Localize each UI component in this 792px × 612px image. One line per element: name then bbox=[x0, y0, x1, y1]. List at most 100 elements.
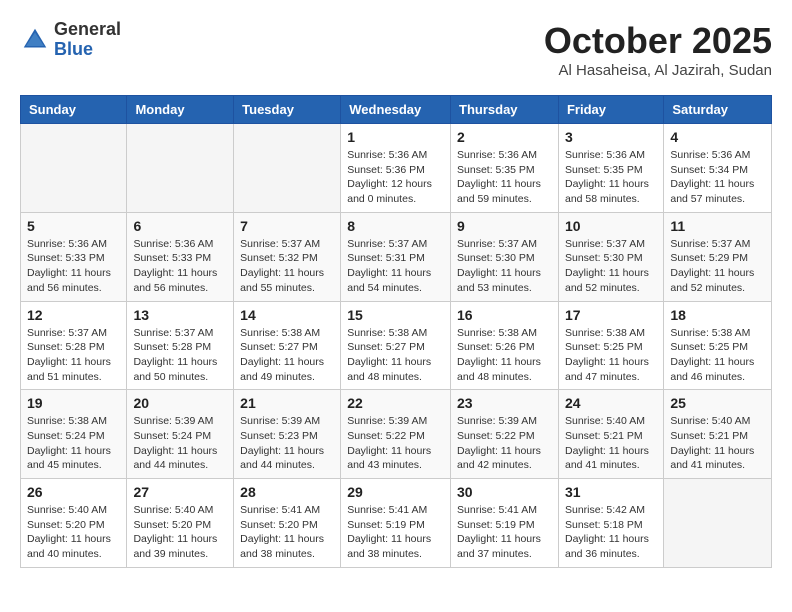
day-number: 14 bbox=[240, 307, 334, 323]
day-number: 26 bbox=[27, 484, 120, 500]
day-number: 20 bbox=[133, 395, 227, 411]
logo-icon bbox=[20, 25, 50, 55]
day-info: Sunrise: 5:38 AM Sunset: 5:24 PM Dayligh… bbox=[27, 414, 120, 473]
day-number: 16 bbox=[457, 307, 552, 323]
day-number: 8 bbox=[347, 218, 444, 234]
day-number: 24 bbox=[565, 395, 657, 411]
calendar-cell: 1 Sunrise: 5:36 AM Sunset: 5:36 PM Daylig… bbox=[341, 124, 451, 213]
calendar-cell bbox=[664, 479, 772, 568]
day-number: 25 bbox=[670, 395, 765, 411]
day-info: Sunrise: 5:39 AM Sunset: 5:22 PM Dayligh… bbox=[457, 414, 552, 473]
day-number: 5 bbox=[27, 218, 120, 234]
title-area: October 2025 Al Hasaheisa, Al Jazirah, S… bbox=[544, 20, 772, 79]
day-number: 1 bbox=[347, 129, 444, 145]
day-info: Sunrise: 5:39 AM Sunset: 5:24 PM Dayligh… bbox=[133, 414, 227, 473]
calendar-cell: 8 Sunrise: 5:37 AM Sunset: 5:31 PM Daylig… bbox=[341, 212, 451, 301]
day-info: Sunrise: 5:37 AM Sunset: 5:28 PM Dayligh… bbox=[27, 326, 120, 385]
calendar-cell: 6 Sunrise: 5:36 AM Sunset: 5:33 PM Daylig… bbox=[127, 212, 234, 301]
day-info: Sunrise: 5:38 AM Sunset: 5:26 PM Dayligh… bbox=[457, 326, 552, 385]
calendar-cell: 31Sunrise: 5:42 AM Sunset: 5:18 PM Dayli… bbox=[558, 479, 663, 568]
day-number: 27 bbox=[133, 484, 227, 500]
day-info: Sunrise: 5:37 AM Sunset: 5:31 PM Dayligh… bbox=[347, 237, 444, 296]
day-number: 11 bbox=[670, 218, 765, 234]
calendar-cell: 17 Sunrise: 5:38 AM Sunset: 5:25 PM Dayli… bbox=[558, 301, 663, 390]
column-header-friday: Friday bbox=[558, 96, 663, 124]
day-info: Sunrise: 5:38 AM Sunset: 5:25 PM Dayligh… bbox=[565, 326, 657, 385]
month-title: October 2025 bbox=[544, 20, 772, 62]
calendar-cell: 7 Sunrise: 5:37 AM Sunset: 5:32 PM Daylig… bbox=[234, 212, 341, 301]
calendar-cell: 30Sunrise: 5:41 AM Sunset: 5:19 PM Dayli… bbox=[451, 479, 559, 568]
calendar-cell: 2 Sunrise: 5:36 AM Sunset: 5:35 PM Daylig… bbox=[451, 124, 559, 213]
column-header-saturday: Saturday bbox=[664, 96, 772, 124]
day-number: 4 bbox=[670, 129, 765, 145]
day-info: Sunrise: 5:40 AM Sunset: 5:21 PM Dayligh… bbox=[670, 414, 765, 473]
day-info: Sunrise: 5:40 AM Sunset: 5:20 PM Dayligh… bbox=[133, 503, 227, 562]
day-info: Sunrise: 5:37 AM Sunset: 5:30 PM Dayligh… bbox=[565, 237, 657, 296]
calendar-cell: 21 Sunrise: 5:39 AM Sunset: 5:23 PM Dayli… bbox=[234, 390, 341, 479]
calendar-cell: 13Sunrise: 5:37 AM Sunset: 5:28 PM Dayli… bbox=[127, 301, 234, 390]
calendar-table: SundayMondayTuesdayWednesdayThursdayFrid… bbox=[20, 95, 772, 568]
column-header-monday: Monday bbox=[127, 96, 234, 124]
day-number: 9 bbox=[457, 218, 552, 234]
logo-blue: Blue bbox=[54, 40, 121, 60]
calendar-cell: 3Sunrise: 5:36 AM Sunset: 5:35 PM Daylig… bbox=[558, 124, 663, 213]
calendar-week-row: 26 Sunrise: 5:40 AM Sunset: 5:20 PM Dayli… bbox=[21, 479, 772, 568]
day-number: 29 bbox=[347, 484, 444, 500]
calendar-cell bbox=[21, 124, 127, 213]
day-info: Sunrise: 5:36 AM Sunset: 5:33 PM Dayligh… bbox=[133, 237, 227, 296]
calendar-cell: 25 Sunrise: 5:40 AM Sunset: 5:21 PM Dayli… bbox=[664, 390, 772, 479]
day-number: 18 bbox=[670, 307, 765, 323]
calendar-cell: 19 Sunrise: 5:38 AM Sunset: 5:24 PM Dayli… bbox=[21, 390, 127, 479]
day-number: 12 bbox=[27, 307, 120, 323]
day-info: Sunrise: 5:37 AM Sunset: 5:32 PM Dayligh… bbox=[240, 237, 334, 296]
calendar-cell: 4 Sunrise: 5:36 AM Sunset: 5:34 PM Daylig… bbox=[664, 124, 772, 213]
calendar-week-row: 19 Sunrise: 5:38 AM Sunset: 5:24 PM Dayli… bbox=[21, 390, 772, 479]
calendar-cell: 20 Sunrise: 5:39 AM Sunset: 5:24 PM Dayli… bbox=[127, 390, 234, 479]
column-header-sunday: Sunday bbox=[21, 96, 127, 124]
column-header-tuesday: Tuesday bbox=[234, 96, 341, 124]
calendar-week-row: 12 Sunrise: 5:37 AM Sunset: 5:28 PM Dayli… bbox=[21, 301, 772, 390]
calendar-cell: 22 Sunrise: 5:39 AM Sunset: 5:22 PM Dayli… bbox=[341, 390, 451, 479]
day-number: 6 bbox=[133, 218, 227, 234]
logo: General Blue bbox=[20, 20, 121, 60]
day-info: Sunrise: 5:39 AM Sunset: 5:22 PM Dayligh… bbox=[347, 414, 444, 473]
day-info: Sunrise: 5:41 AM Sunset: 5:19 PM Dayligh… bbox=[457, 503, 552, 562]
day-info: Sunrise: 5:37 AM Sunset: 5:28 PM Dayligh… bbox=[133, 326, 227, 385]
page-header: General Blue October 2025 Al Hasaheisa, … bbox=[20, 20, 772, 79]
day-info: Sunrise: 5:38 AM Sunset: 5:27 PM Dayligh… bbox=[347, 326, 444, 385]
calendar-cell: 18 Sunrise: 5:38 AM Sunset: 5:25 PM Dayli… bbox=[664, 301, 772, 390]
day-info: Sunrise: 5:37 AM Sunset: 5:29 PM Dayligh… bbox=[670, 237, 765, 296]
day-number: 19 bbox=[27, 395, 120, 411]
day-info: Sunrise: 5:39 AM Sunset: 5:23 PM Dayligh… bbox=[240, 414, 334, 473]
day-info: Sunrise: 5:36 AM Sunset: 5:35 PM Dayligh… bbox=[457, 148, 552, 207]
calendar-cell: 14Sunrise: 5:38 AM Sunset: 5:27 PM Dayli… bbox=[234, 301, 341, 390]
calendar-cell: 29 Sunrise: 5:41 AM Sunset: 5:19 PM Dayli… bbox=[341, 479, 451, 568]
day-number: 23 bbox=[457, 395, 552, 411]
calendar-cell bbox=[234, 124, 341, 213]
day-info: Sunrise: 5:38 AM Sunset: 5:25 PM Dayligh… bbox=[670, 326, 765, 385]
day-number: 28 bbox=[240, 484, 334, 500]
calendar-cell bbox=[127, 124, 234, 213]
day-number: 7 bbox=[240, 218, 334, 234]
logo-general: General bbox=[54, 20, 121, 40]
calendar-cell: 26Sunrise: 5:40 AM Sunset: 5:20 PM Dayli… bbox=[21, 479, 127, 568]
day-number: 21 bbox=[240, 395, 334, 411]
day-number: 17 bbox=[565, 307, 657, 323]
day-number: 22 bbox=[347, 395, 444, 411]
day-info: Sunrise: 5:36 AM Sunset: 5:36 PM Dayligh… bbox=[347, 148, 444, 207]
day-info: Sunrise: 5:36 AM Sunset: 5:35 PM Dayligh… bbox=[565, 148, 657, 207]
calendar-week-row: 5 Sunrise: 5:36 AM Sunset: 5:33 PM Daylig… bbox=[21, 212, 772, 301]
day-info: Sunrise: 5:36 AM Sunset: 5:34 PM Dayligh… bbox=[670, 148, 765, 207]
day-number: 2 bbox=[457, 129, 552, 145]
day-info: Sunrise: 5:41 AM Sunset: 5:19 PM Dayligh… bbox=[347, 503, 444, 562]
logo-text: General Blue bbox=[54, 20, 121, 60]
day-number: 10 bbox=[565, 218, 657, 234]
calendar-cell: 28Sunrise: 5:41 AM Sunset: 5:20 PM Dayli… bbox=[234, 479, 341, 568]
calendar-cell: 12 Sunrise: 5:37 AM Sunset: 5:28 PM Dayli… bbox=[21, 301, 127, 390]
calendar-cell: 9Sunrise: 5:37 AM Sunset: 5:30 PM Daylig… bbox=[451, 212, 559, 301]
day-info: Sunrise: 5:40 AM Sunset: 5:21 PM Dayligh… bbox=[565, 414, 657, 473]
calendar-cell: 23 Sunrise: 5:39 AM Sunset: 5:22 PM Dayli… bbox=[451, 390, 559, 479]
calendar-week-row: 1 Sunrise: 5:36 AM Sunset: 5:36 PM Daylig… bbox=[21, 124, 772, 213]
calendar-header-row: SundayMondayTuesdayWednesdayThursdayFrid… bbox=[21, 96, 772, 124]
calendar-cell: 27 Sunrise: 5:40 AM Sunset: 5:20 PM Dayli… bbox=[127, 479, 234, 568]
